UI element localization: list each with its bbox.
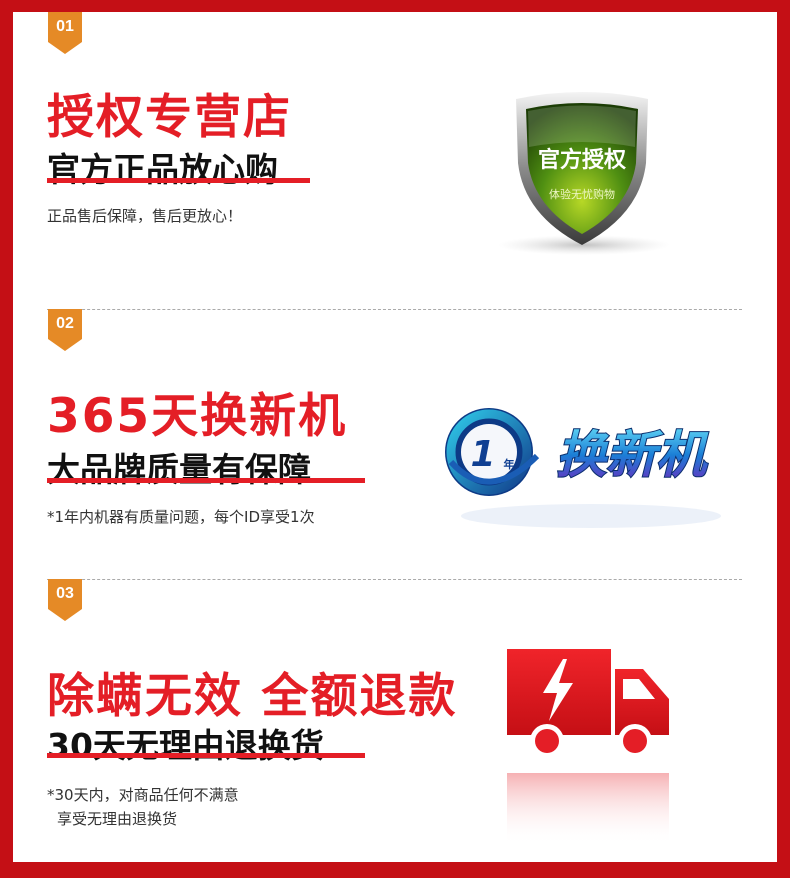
delivery-truck-icon bbox=[507, 649, 669, 845]
section-subline: 30天无理由退换货 bbox=[47, 726, 324, 765]
section-number: 01 bbox=[56, 18, 74, 35]
section-note: *1年内机器有质量问题，每个ID享受1次 bbox=[47, 508, 315, 526]
section-headline: 除螨无效 全额退款 bbox=[47, 669, 458, 724]
subline-underline bbox=[47, 178, 310, 183]
section-number-badge: 01 bbox=[48, 12, 82, 54]
badge-unit: 年 bbox=[504, 457, 515, 471]
section-replacement: 02 365天换新机 大品牌质量有保障 *1年内机器有质量问题，每个ID享受1次… bbox=[13, 309, 777, 594]
section-note-line-2: 享受无理由退换货 bbox=[57, 810, 178, 828]
badge-title: 换新机 bbox=[556, 426, 709, 484]
subline-underline bbox=[47, 478, 365, 483]
section-subline: 大品牌质量有保障 bbox=[47, 450, 311, 489]
section-number: 03 bbox=[56, 585, 74, 602]
section-refund: 03 除螨无效 全额退款 30天无理由退换货 *30天内，对商品任何不满意 享受… bbox=[13, 579, 777, 862]
shield-title: 官方授权 bbox=[538, 147, 627, 173]
section-number-badge: 03 bbox=[48, 579, 82, 621]
page-frame: 01 授权专营店 官方正品放心购 正品售后保障，售后更放心！ 官方授权 体验无忧… bbox=[13, 12, 777, 862]
subline-underline bbox=[47, 753, 365, 758]
section-note: 正品售后保障，售后更放心！ bbox=[47, 207, 243, 225]
section-number-badge: 02 bbox=[48, 309, 82, 351]
section-number: 02 bbox=[56, 315, 74, 332]
section-headline: 授权专营店 bbox=[47, 90, 292, 145]
section-headline: 365天换新机 bbox=[47, 389, 348, 444]
shield-icon: 官方授权 体验无忧购物 bbox=[498, 92, 670, 255]
section-subline: 官方正品放心购 bbox=[47, 150, 278, 189]
section-authorized-store: 01 授权专营店 官方正品放心购 正品售后保障，售后更放心！ 官方授权 体验无忧… bbox=[13, 12, 777, 310]
section-note-line-1: *30天内，对商品任何不满意 bbox=[47, 786, 239, 804]
shield-caption: 体验无忧购物 bbox=[549, 187, 615, 201]
badge-number: 1 bbox=[470, 434, 495, 475]
replace-badge-icon: 1 年 换新机 bbox=[445, 408, 721, 528]
